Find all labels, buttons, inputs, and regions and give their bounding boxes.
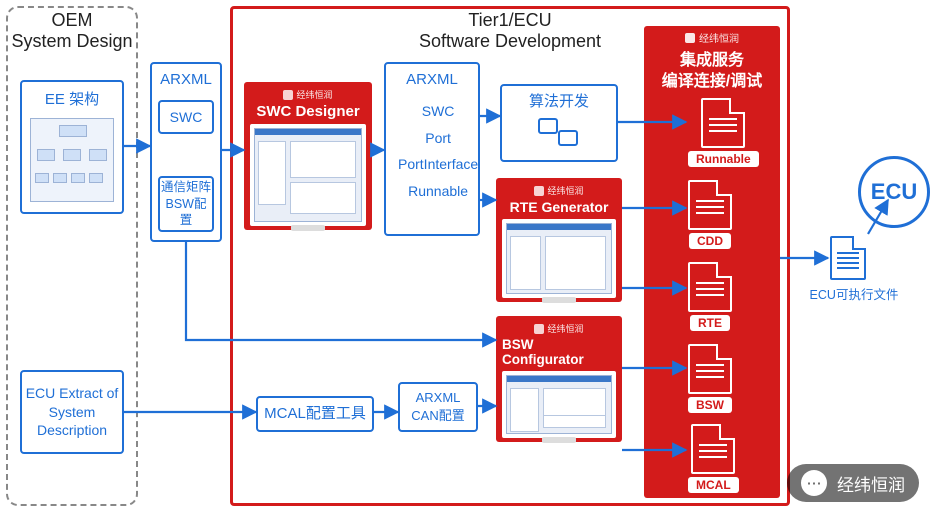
algorithm-icon (538, 118, 580, 148)
exec-file-icon (830, 236, 866, 280)
exec-file-label: ECU可执行文件 (806, 284, 902, 303)
file-runnable: Runnable (688, 98, 759, 167)
file-cdd: CDD (688, 180, 732, 249)
ecu-extract-box: ECU Extract of System Description (20, 370, 124, 454)
arxml-mid-item: Port (398, 125, 478, 152)
ee-architecture-thumbnail (30, 118, 114, 202)
file-icon (688, 180, 732, 230)
brand-label: 经纬恒润 (283, 88, 332, 101)
file-label: MCAL (688, 477, 739, 493)
file-icon (688, 262, 732, 312)
file-icon (691, 424, 735, 474)
file-label: RTE (690, 315, 730, 331)
swc-designer-title: SWC Designer (256, 103, 359, 120)
algorithm-dev-box: 算法开发 (500, 84, 618, 162)
swc-designer-tool: 经纬恒润 SWC Designer (244, 82, 372, 230)
ecu-label: ECU (871, 179, 917, 205)
watermark-label: 经纬恒润 (837, 471, 905, 496)
arxml-mid-item: SWC (398, 98, 478, 125)
services-title: 集成服务 编译连接/调试 (644, 45, 780, 93)
file-icon (701, 98, 745, 148)
rte-generator-tool: 经纬恒润 RTE Generator (496, 178, 622, 302)
arxml-mid-item: Runnable (398, 178, 478, 205)
tool-screenshot (502, 219, 616, 298)
arxml-mid-title: ARXML (406, 64, 458, 90)
file-bsw: BSW (688, 344, 732, 413)
brand-label: 经纬恒润 (534, 322, 583, 335)
file-rte: RTE (688, 262, 732, 331)
oem-title: OEM System Design (6, 10, 138, 52)
file-icon (688, 344, 732, 394)
tool-screenshot (502, 371, 616, 438)
ee-architecture-box: EE 架构 (20, 80, 124, 214)
algorithm-dev-label: 算法开发 (529, 92, 589, 112)
brand-label: 经纬恒润 (644, 26, 780, 45)
arxml-left-title: ARXML (160, 64, 212, 90)
ee-architecture-label: EE 架构 (45, 90, 99, 110)
wechat-icon: ⋯ (801, 470, 827, 496)
bsw-configurator-tool: 经纬恒润 BSW Configurator (496, 316, 622, 442)
mcal-tool-box: MCAL配置工具 (256, 396, 374, 432)
rte-generator-title: RTE Generator (510, 199, 609, 215)
file-label: Runnable (688, 151, 759, 167)
tool-screenshot (250, 124, 366, 226)
mcal-output-box: ARXML CAN配置 (398, 382, 478, 432)
arxml-mid-list: SWC Port PortInterface Runnable (386, 90, 488, 204)
watermark: ⋯ 经纬恒润 (787, 464, 919, 502)
ecu-target: ECU (858, 156, 930, 228)
bsw-configurator-title: BSW Configurator (502, 337, 616, 367)
arxml-left-swc: SWC (158, 100, 214, 134)
arxml-left-comm: 通信矩阵 BSW配置 (158, 176, 214, 232)
file-mcal: MCAL (688, 424, 739, 493)
file-label: BSW (688, 397, 732, 413)
file-label: CDD (689, 233, 731, 249)
arxml-mid-item: PortInterface (398, 151, 478, 178)
brand-label: 经纬恒润 (534, 184, 583, 197)
arxml-mid-column: ARXML SWC Port PortInterface Runnable (384, 62, 480, 236)
